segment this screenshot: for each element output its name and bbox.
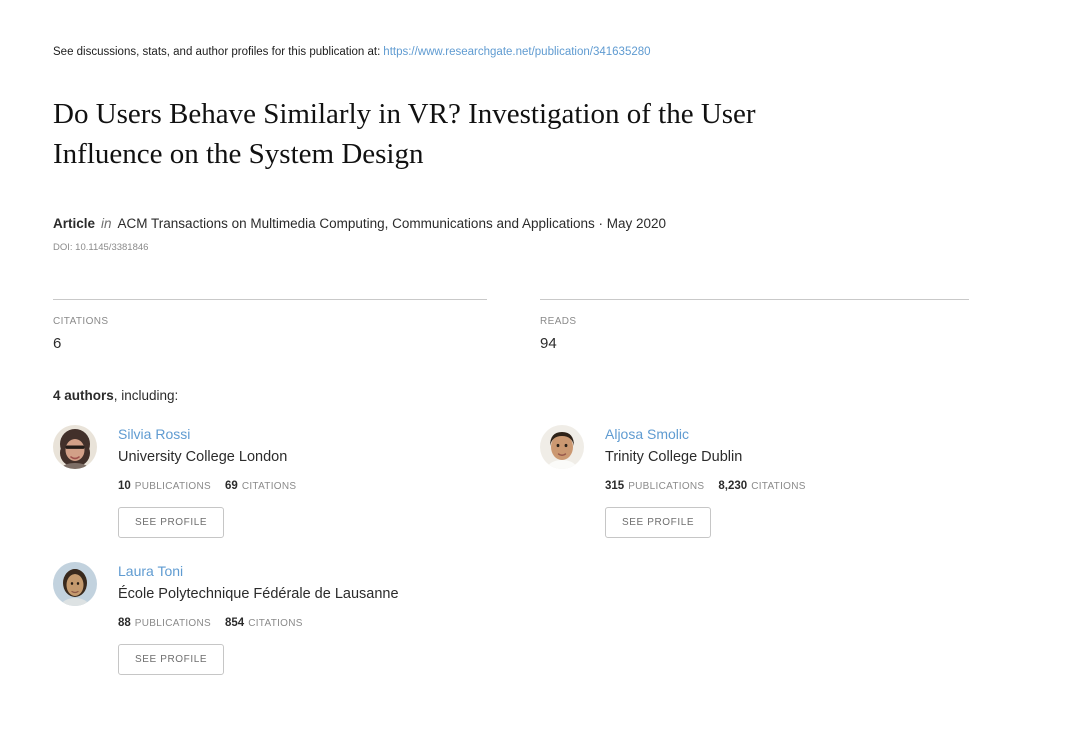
publications-count: 10: [118, 480, 131, 492]
author-info: Silvia Rossi University College London 1…: [118, 425, 296, 538]
avatar-aljosa-smolic[interactable]: [540, 425, 584, 469]
stats-row: CITATIONS 6 READS 94: [53, 299, 969, 352]
citations-label: CITATIONS: [53, 316, 109, 327]
citations-label: CITATIONS: [248, 618, 303, 629]
publication-note-text: See discussions, stats, and author profi…: [53, 46, 381, 58]
publications-label: PUBLICATIONS: [134, 481, 212, 492]
doi: DOI: 10.1145/3381846: [53, 242, 149, 253]
reads-label: READS: [540, 316, 577, 327]
paper-title: Do Users Behave Similarly in VR? Investi…: [53, 94, 1003, 174]
publications-count: 88: [118, 617, 131, 629]
citations-label: CITATIONS: [241, 481, 297, 492]
author-name-link[interactable]: Aljosa Smolic: [605, 426, 806, 442]
citations-count: 854: [225, 617, 245, 629]
author-card: Laura Toni École Polytechnique Fédérale …: [53, 562, 540, 675]
author-card: Aljosa Smolic Trinity College Dublin 315…: [540, 425, 1027, 538]
author-info: Laura Toni École Polytechnique Fédérale …: [118, 562, 399, 675]
paper-title-line-1: Do Users Behave Similarly in VR? Investi…: [53, 98, 756, 130]
citations-label: CITATIONS: [751, 481, 806, 492]
paper-title-line-2: Influence on the System Design: [53, 138, 424, 170]
publications-label: PUBLICATIONS: [134, 618, 212, 629]
avatar-laura-toni[interactable]: [53, 562, 97, 606]
avatar-silvia-rossi[interactable]: [53, 425, 97, 469]
citations-block: CITATIONS 6: [53, 299, 487, 352]
citations-count: 69: [225, 480, 238, 492]
author-affiliation: École Polytechnique Fédérale de Lausanne: [118, 586, 399, 602]
authors-heading: 4 authors, including:: [53, 388, 178, 403]
author-card: Silvia Rossi University College London 1…: [53, 425, 540, 538]
citations-count: 8,230: [718, 480, 748, 492]
author-name-link[interactable]: Silvia Rossi: [118, 426, 296, 442]
author-affiliation: University College London: [118, 449, 288, 465]
see-profile-button[interactable]: SEE PROFILE: [605, 507, 712, 538]
author-stats: 315 PUBLICATIONS 8,230 CITATIONS: [605, 476, 806, 494]
see-profile-button[interactable]: SEE PROFILE: [118, 644, 225, 675]
publication-link[interactable]: https://www.researchgate.net/publication…: [383, 46, 650, 58]
article-meta: Article in ACM Transactions on Multimedia …: [53, 216, 666, 231]
citations-value: 6: [53, 335, 62, 352]
reads-block: READS 94: [540, 299, 969, 352]
publications-count: 315: [605, 480, 625, 492]
article-in-label: in: [101, 216, 112, 231]
authors-count: 4 authors: [53, 388, 114, 403]
article-type-label: Article: [53, 216, 96, 231]
publications-label: PUBLICATIONS: [628, 481, 705, 492]
authors-grid: Silvia Rossi University College London 1…: [53, 425, 1027, 675]
author-stats: 10 PUBLICATIONS 69 CITATIONS: [118, 476, 296, 494]
author-name-link[interactable]: Laura Toni: [118, 563, 399, 579]
authors-heading-rest: , including:: [113, 388, 179, 403]
reads-value: 94: [540, 335, 557, 352]
journal-name: ACM Transactions on Multimedia Computing…: [117, 216, 667, 231]
publication-note: See discussions, stats, and author profi…: [53, 46, 651, 58]
author-stats: 88 PUBLICATIONS 854 CITATIONS: [118, 613, 399, 631]
author-info: Aljosa Smolic Trinity College Dublin 315…: [605, 425, 806, 538]
author-affiliation: Trinity College Dublin: [605, 449, 743, 465]
see-profile-button[interactable]: SEE PROFILE: [118, 507, 225, 538]
